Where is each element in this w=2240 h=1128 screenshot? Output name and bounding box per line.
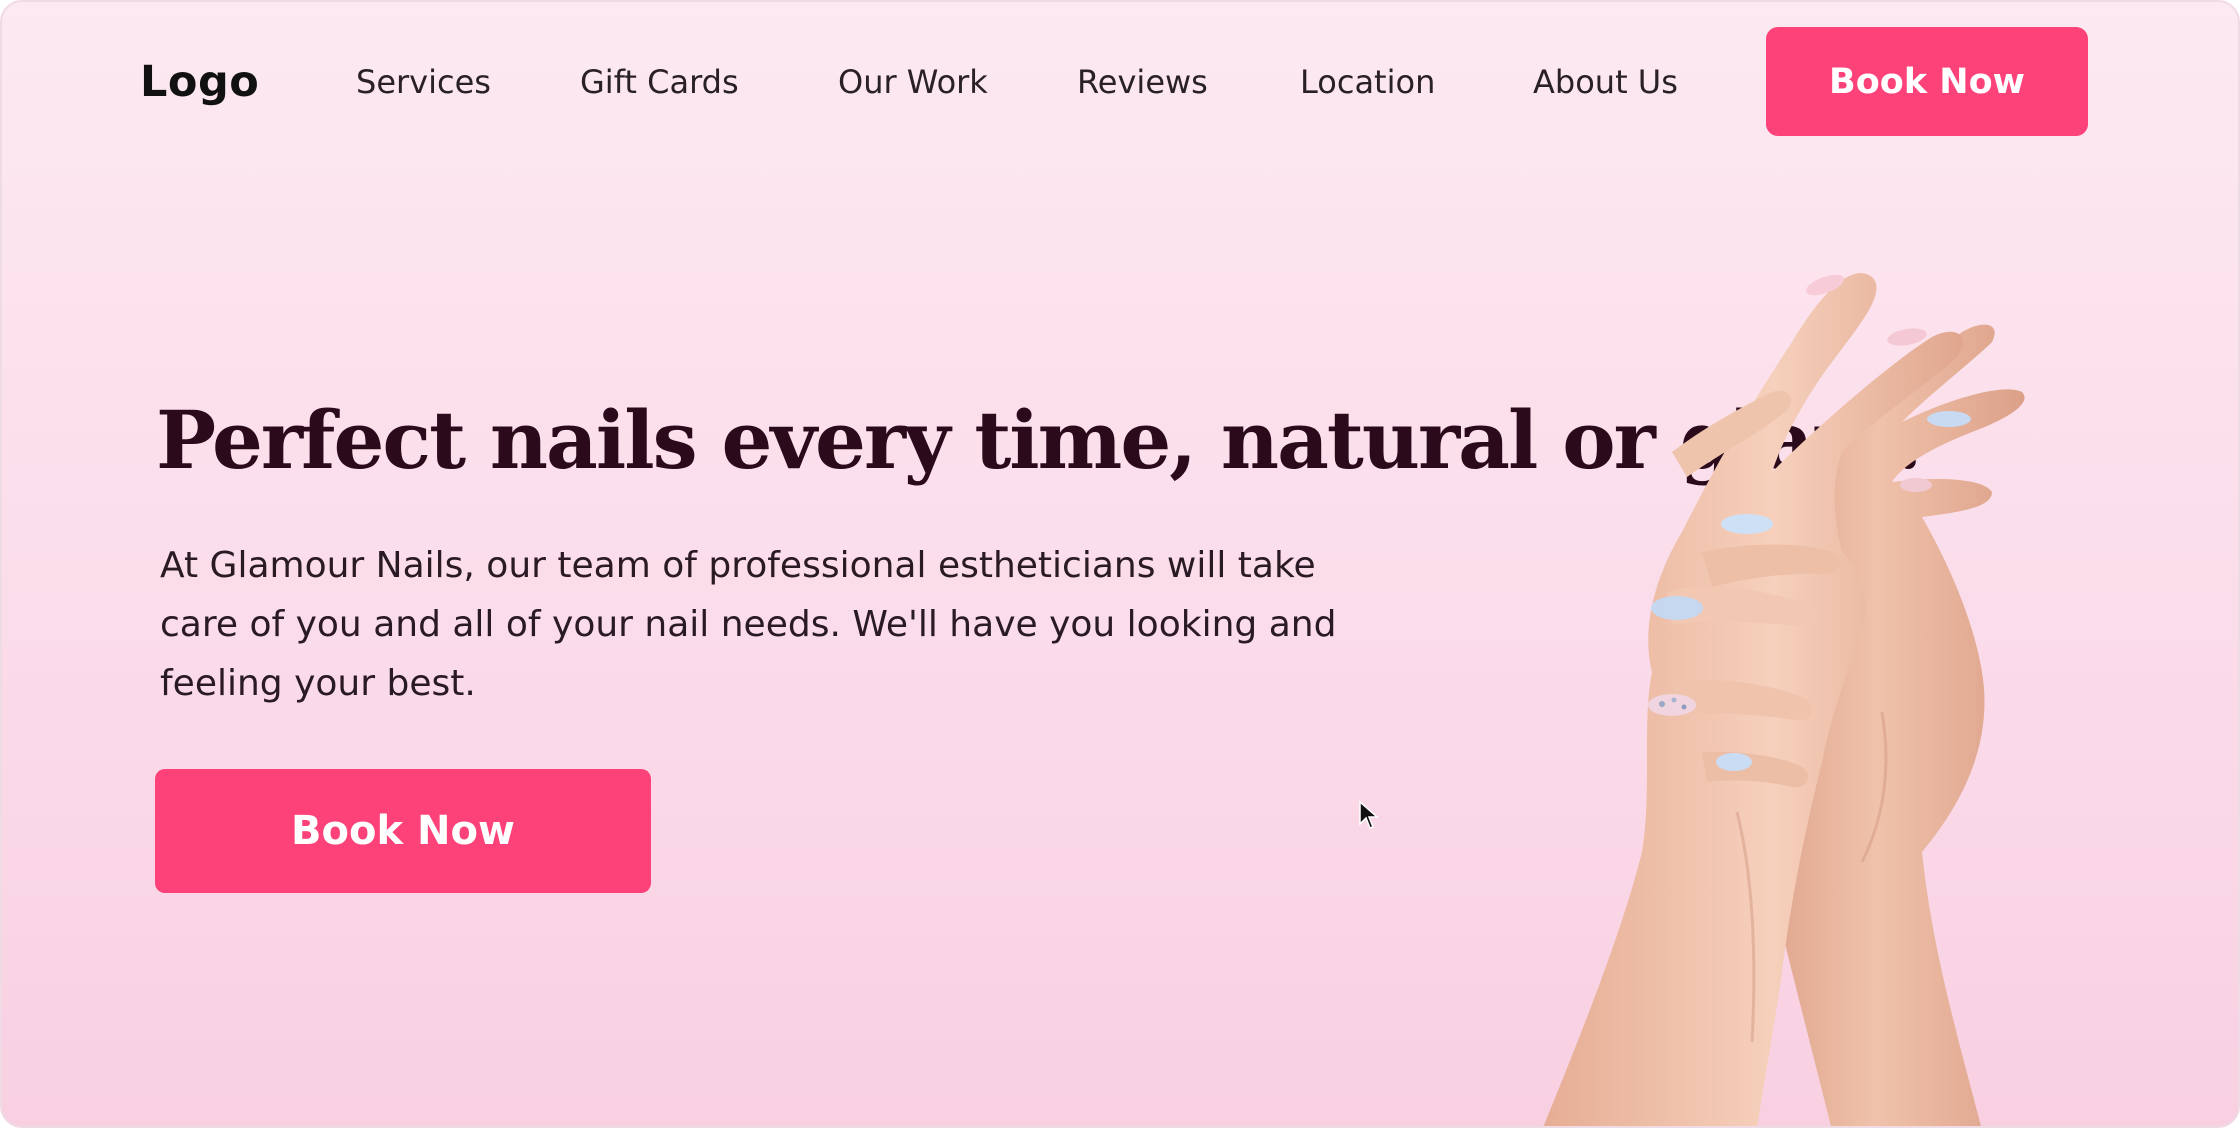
nav-reviews[interactable]: Reviews [1077, 57, 1208, 107]
nav-our-work[interactable]: Our Work [838, 57, 988, 107]
site-header: Logo Services Gift Cards Our Work Review… [2, 2, 2238, 162]
logo[interactable]: Logo [140, 52, 259, 112]
hands-image [1543, 273, 2025, 1126]
nav-services[interactable]: Services [356, 57, 491, 107]
nav-about-us[interactable]: About Us [1533, 57, 1678, 107]
landing-page: Logo Services Gift Cards Our Work Review… [0, 0, 2240, 1128]
nav-gift-cards[interactable]: Gift Cards [580, 57, 739, 107]
book-now-hero-button[interactable]: Book Now [155, 769, 651, 893]
hero-description: At Glamour Nails, our team of profession… [160, 545, 1337, 704]
nav-location[interactable]: Location [1300, 57, 1435, 107]
mouse-cursor-icon [1359, 800, 1379, 829]
book-now-header-button[interactable]: Book Now [1766, 27, 2088, 136]
